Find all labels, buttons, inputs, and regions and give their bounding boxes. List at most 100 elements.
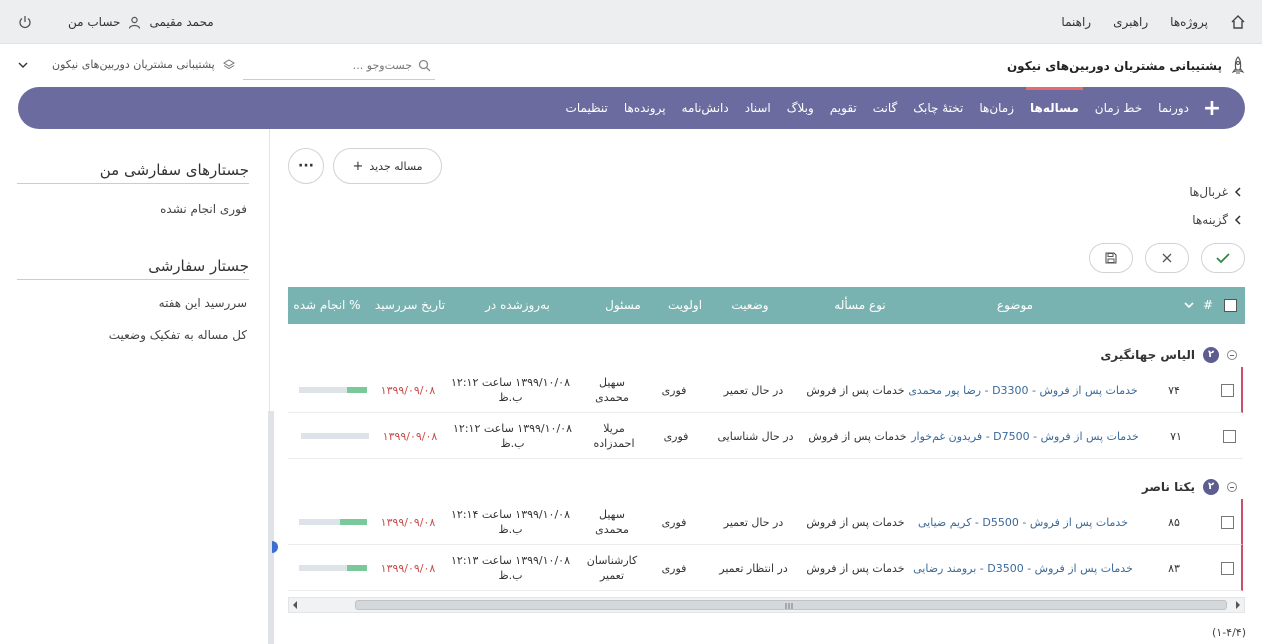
header-updated[interactable]: به‌روزشده در	[450, 287, 585, 324]
issue-id[interactable]: ۸۳	[1159, 545, 1189, 591]
issue-subject[interactable]: خدمات پس از فروش - D5500 - کریم ضیایی	[908, 499, 1138, 545]
table-row[interactable]: ۸۳ خدمات پس از فروش - D3500 - برومند رضا…	[288, 545, 1243, 591]
tab-calendar[interactable]: تقویم	[822, 87, 865, 129]
progress-bar	[301, 433, 369, 439]
apply-button[interactable]	[1201, 243, 1245, 273]
issue-priority: فوری	[661, 515, 687, 529]
scroll-left-icon[interactable]	[292, 601, 298, 609]
power-icon[interactable]	[18, 15, 32, 29]
tab-overview[interactable]: دورنما	[1150, 87, 1197, 129]
tab-gantt[interactable]: گانت	[865, 87, 906, 129]
project-selector[interactable]: پشتیبانی مشتریان دوربین‌های نیکون	[18, 58, 235, 71]
scroll-right-icon[interactable]	[1235, 601, 1241, 609]
header-num[interactable]: #	[1203, 287, 1213, 324]
group-name: الیاس جهانگیری	[1100, 348, 1195, 362]
chevron-left-icon	[1234, 187, 1242, 197]
user-name[interactable]: محمد مقیمی	[149, 15, 213, 29]
collapse-icon[interactable]	[1227, 350, 1237, 360]
sidebar-collapse-handle[interactable]	[272, 541, 278, 553]
sort-chevron-icon[interactable]	[1184, 287, 1194, 324]
project-nav: + دورنما خط زمان مساله‌ها زمان‌ها تختهٔ …	[18, 87, 1245, 129]
group-count: ۲	[1203, 347, 1219, 363]
clear-button[interactable]	[1145, 243, 1189, 273]
plus-icon: +	[352, 158, 364, 174]
issue-subject[interactable]: خدمات پس از فروش - D7500 - فریدون غم‌خوا…	[910, 413, 1140, 459]
table-row[interactable]: ۷۴ خدمات پس از فروش - D3300 - رضا پور مح…	[288, 367, 1243, 413]
header-type[interactable]: نوع مسأله	[815, 287, 905, 324]
issue-due: ۱۳۹۹/۰۹/۰۸	[380, 561, 436, 575]
header-due[interactable]: تاریخ سررسید	[365, 287, 455, 324]
new-issue-button[interactable]: مساله جدید +	[333, 148, 442, 184]
add-icon[interactable]: +	[1197, 96, 1227, 121]
tab-settings[interactable]: تنظیمات	[558, 87, 616, 129]
issue-id[interactable]: ۷۱	[1161, 413, 1191, 459]
tab-wiki[interactable]: دانش‌نامه	[674, 87, 737, 129]
tab-timeline[interactable]: خط زمان	[1087, 87, 1150, 129]
header-done[interactable]: % انجام شده	[287, 287, 367, 324]
sidebar-splitter[interactable]	[268, 411, 274, 644]
group-name: یکتا ناصر	[1141, 480, 1195, 494]
issue-id[interactable]: ۷۴	[1159, 367, 1189, 413]
top-nav-admin[interactable]: راهبری	[1113, 15, 1148, 29]
header-status[interactable]: وضعیت	[710, 287, 790, 324]
issue-assignee[interactable]: مریلا احمدزاده	[585, 413, 643, 459]
table-row[interactable]: ۷۱ خدمات پس از فروش - D7500 - فریدون غم‌…	[288, 413, 1243, 459]
layers-icon	[222, 58, 235, 71]
collapse-icon[interactable]	[1227, 482, 1237, 492]
header-assignee[interactable]: مسئول	[588, 287, 658, 324]
scrollbar-thumb[interactable]	[355, 600, 1227, 610]
row-checkbox[interactable]	[1220, 383, 1234, 397]
project-header: پشتیبانی مشتریان دوربین‌های نیکون پشتیبا…	[0, 44, 1262, 88]
issue-due: ۱۳۹۹/۰۹/۰۸	[382, 429, 438, 443]
table-row[interactable]: ۸۵ خدمات پس از فروش - D5500 - کریم ضیایی…	[288, 499, 1243, 545]
issue-subject[interactable]: خدمات پس از فروش - D3500 - برومند رضایی	[908, 545, 1138, 591]
group-header[interactable]: ۲ الیاس جهانگیری	[1100, 347, 1237, 363]
options-toggle[interactable]: گزینه‌ها	[1192, 213, 1242, 227]
issue-assignee[interactable]: سهیل محمدی	[583, 499, 641, 545]
issue-subject[interactable]: خدمات پس از فروش - D3300 - رضا پور محمدی	[908, 367, 1138, 413]
account-link[interactable]: حساب من	[68, 15, 120, 29]
user-menu: حساب من محمد مقیمی	[18, 0, 214, 44]
tab-agile[interactable]: تختهٔ چابک	[905, 87, 971, 129]
table-header: # موضوع نوع مسأله وضعیت اولویت مسئول به‌…	[288, 287, 1245, 324]
progress-fill	[346, 387, 367, 393]
tab-issues[interactable]: مساله‌ها	[1022, 87, 1087, 129]
search-box[interactable]	[243, 52, 435, 80]
header-priority[interactable]: اولویت	[655, 287, 715, 324]
row-checkbox[interactable]	[1220, 561, 1234, 575]
issue-updated: ۱۳۹۹/۱۰/۰۸ ساعت ۱۲:۱۴ ب.ظ	[451, 508, 570, 536]
more-button[interactable]: ···	[288, 148, 324, 184]
close-icon	[1162, 253, 1172, 263]
home-icon[interactable]	[1230, 14, 1246, 30]
search-input[interactable]	[252, 59, 412, 72]
filters-toggle[interactable]: غربال‌ها	[1189, 185, 1242, 199]
tab-blog[interactable]: وبلاگ	[779, 87, 822, 129]
header-subject[interactable]: موضوع	[955, 287, 1075, 324]
progress-fill	[339, 519, 367, 525]
sidebar: جستارهای سفارشی من فوری انجام نشده جستار…	[0, 129, 270, 644]
chevron-down-icon[interactable]	[18, 60, 28, 70]
row-checkbox[interactable]	[1220, 515, 1234, 529]
issue-status: در انتظار تعمیر	[719, 561, 788, 575]
issue-id[interactable]: ۸۵	[1159, 499, 1189, 545]
top-bar: پروژه‌ها راهبری راهنما حساب من محمد مقیم…	[0, 0, 1262, 44]
group-header[interactable]: ۲ یکتا ناصر	[1142, 479, 1237, 495]
issue-priority: فوری	[661, 561, 687, 575]
issue-assignee[interactable]: سهیل محمدی	[583, 367, 641, 413]
query-link[interactable]: کل مساله به تفکیک وضعیت	[109, 328, 247, 342]
issue-assignee[interactable]: کارشناسان تعمیر	[583, 545, 641, 591]
top-nav-projects[interactable]: پروژه‌ها	[1170, 15, 1208, 29]
project-select-value[interactable]: پشتیبانی مشتریان دوربین‌های نیکون	[52, 58, 215, 71]
query-link[interactable]: فوری انجام نشده	[160, 202, 247, 216]
row-checkbox[interactable]	[1222, 429, 1236, 443]
select-all-checkbox[interactable]	[1224, 299, 1237, 312]
tab-time[interactable]: زمان‌ها	[971, 87, 1022, 129]
save-query-button[interactable]	[1089, 243, 1133, 273]
top-nav-help[interactable]: راهنما	[1061, 15, 1091, 29]
query-link[interactable]: سررسید این هفته	[159, 296, 247, 310]
tab-documents[interactable]: اسناد	[737, 87, 779, 129]
tab-files[interactable]: پرونده‌ها	[616, 87, 674, 129]
top-nav: پروژه‌ها راهبری راهنما	[1061, 0, 1246, 44]
save-icon	[1105, 252, 1117, 264]
horizontal-scrollbar[interactable]	[288, 597, 1245, 613]
